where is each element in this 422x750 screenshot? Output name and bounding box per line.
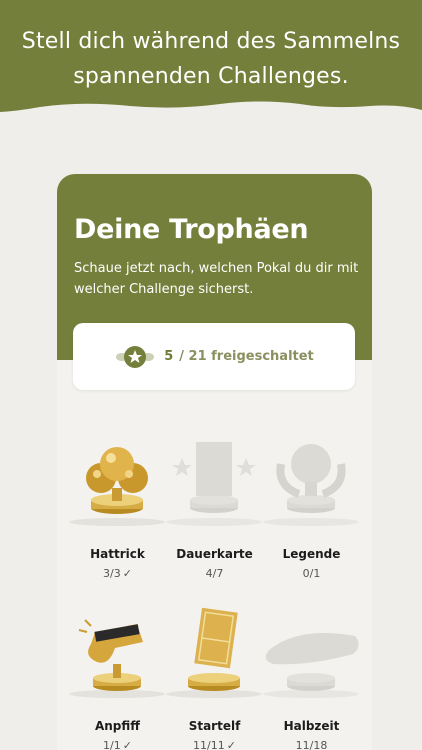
laurel-wreath-trophy-icon xyxy=(263,444,359,526)
progress-card: 5 / 21 freigeschaltet xyxy=(73,323,355,390)
trophy-progress: 0/1 xyxy=(302,567,321,580)
page-title: Deine Trophäen xyxy=(74,214,309,245)
trophy-legende[interactable]: Legende 0/1 xyxy=(259,434,364,580)
trophy-progress: 11/11 ✓ xyxy=(193,739,236,750)
header-banner: Stell dich während des Sammelns spannend… xyxy=(0,0,422,125)
trophy-progress: 11/18 xyxy=(295,739,328,750)
pitch-card-trophy-icon xyxy=(166,607,262,698)
trophy-halbzeit[interactable]: Halbzeit 11/18 xyxy=(259,606,364,750)
laurel-star-icon xyxy=(116,345,155,368)
headline-line-2: spannenden Challenges. xyxy=(73,64,349,89)
check-icon: ✓ xyxy=(226,739,236,750)
trophy-name: Anpfiff xyxy=(94,719,141,733)
unlocked-total: / 21 freigeschaltet xyxy=(179,349,314,364)
trophies-screen: Deine Trophäen Schaue jetzt nach, welche… xyxy=(57,174,372,750)
trophy-progress: 4/7 xyxy=(205,567,224,580)
page-subtitle: Schaue jetzt nach, welchen Pokal du dir … xyxy=(74,261,359,297)
trophy-dauerkarte[interactable]: Dauerkarte 4/7 xyxy=(162,434,267,580)
whistle-trophy-icon xyxy=(69,619,165,698)
sausage-trophy-icon xyxy=(263,633,359,698)
check-icon: ✓ xyxy=(122,567,132,580)
trophy-hattrick[interactable]: Hattrick 3/3 ✓ xyxy=(65,434,170,580)
trophy-name: Dauerkarte xyxy=(176,547,253,561)
trophy-anpfiff[interactable]: Anpfiff 1/1 ✓ xyxy=(65,606,170,750)
trophy-name: Hattrick xyxy=(90,547,145,561)
progress-label: 5 / 21 freigeschaltet xyxy=(164,349,314,364)
ticket-stars-trophy-icon xyxy=(166,442,262,526)
headline-line-1: Stell dich während des Sammelns xyxy=(21,29,401,54)
trophy-name: Legende xyxy=(282,547,341,561)
golden-balls-trophy-icon xyxy=(69,447,165,526)
trophy-name: Startelf xyxy=(188,719,241,733)
trophy-startelf[interactable]: Startelf 11/11 ✓ xyxy=(162,606,267,750)
headline: Stell dich während des Sammelns spannend… xyxy=(0,24,422,94)
unlocked-count: 5 xyxy=(164,349,174,364)
trophy-progress: 1/1 ✓ xyxy=(103,739,132,750)
trophy-progress: 3/3 ✓ xyxy=(103,567,132,580)
check-icon: ✓ xyxy=(122,739,132,750)
trophy-name: Halbzeit xyxy=(283,719,340,733)
